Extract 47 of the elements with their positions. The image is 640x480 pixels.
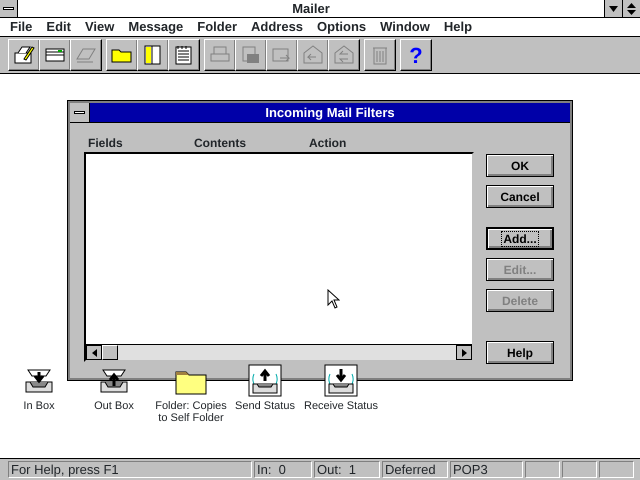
window-title: Mailer (291, 0, 331, 17)
mouse-cursor (327, 289, 340, 309)
dialog-title: Incoming Mail Filters (90, 103, 570, 122)
restore-button[interactable] (622, 0, 640, 17)
menu-item[interactable]: Address (244, 18, 310, 36)
status-pane (525, 461, 560, 478)
icon-label[interactable]: Receive Status (304, 400, 378, 412)
menu-item[interactable]: Message (121, 18, 190, 36)
status-pane: Out: 1 (314, 461, 380, 478)
column-header: Contents (194, 135, 246, 152)
menu-item[interactable]: Window (373, 18, 437, 36)
menu-item[interactable]: Edit (39, 18, 78, 36)
status-pane (599, 461, 634, 478)
scroll-left-button[interactable] (86, 345, 102, 360)
icon-label[interactable]: Send Status (235, 400, 295, 412)
status-pane: POP3 (450, 461, 523, 478)
menu-item[interactable]: Folder (190, 18, 244, 36)
menu-item[interactable]: Options (310, 18, 374, 36)
filter-list[interactable] (84, 152, 474, 362)
system-menu-button[interactable] (0, 0, 18, 17)
status-pane: For Help, press F1 (8, 461, 252, 478)
horizontal-scrollbar[interactable] (86, 344, 472, 360)
icon-label[interactable]: In Box (23, 400, 55, 412)
scroll-thumb[interactable] (102, 345, 118, 360)
icon-label[interactable]: Folder: Copies to Self Folder (155, 400, 227, 424)
menu-item[interactable]: Help (436, 18, 480, 36)
left-arrow-icon (92, 348, 96, 356)
dialog-button[interactable]: Help (486, 341, 554, 364)
dialog-button[interactable]: Add... (486, 227, 554, 250)
dialog-button[interactable]: Cancel (486, 185, 554, 208)
right-arrow-icon (462, 348, 466, 356)
column-header: Fields (88, 135, 123, 152)
menu-item[interactable]: View (78, 18, 122, 36)
up-down-arrow-icon (627, 2, 636, 14)
receive-status-icon[interactable] (324, 364, 358, 397)
column-header: Action (309, 135, 346, 152)
minimize-button[interactable] (604, 0, 622, 17)
status-pane: Deferred (382, 461, 448, 478)
status-pane: In: 0 (254, 461, 312, 478)
scroll-right-button[interactable] (456, 345, 472, 360)
help-button[interactable]: ? (400, 39, 432, 71)
dialog-button[interactable]: OK (486, 154, 554, 177)
menu-item[interactable]: File (3, 18, 40, 36)
icon-label[interactable]: Out Box (94, 400, 134, 412)
send-status-icon[interactable] (248, 364, 282, 397)
down-arrow-icon (609, 6, 618, 12)
status-pane (562, 461, 597, 478)
